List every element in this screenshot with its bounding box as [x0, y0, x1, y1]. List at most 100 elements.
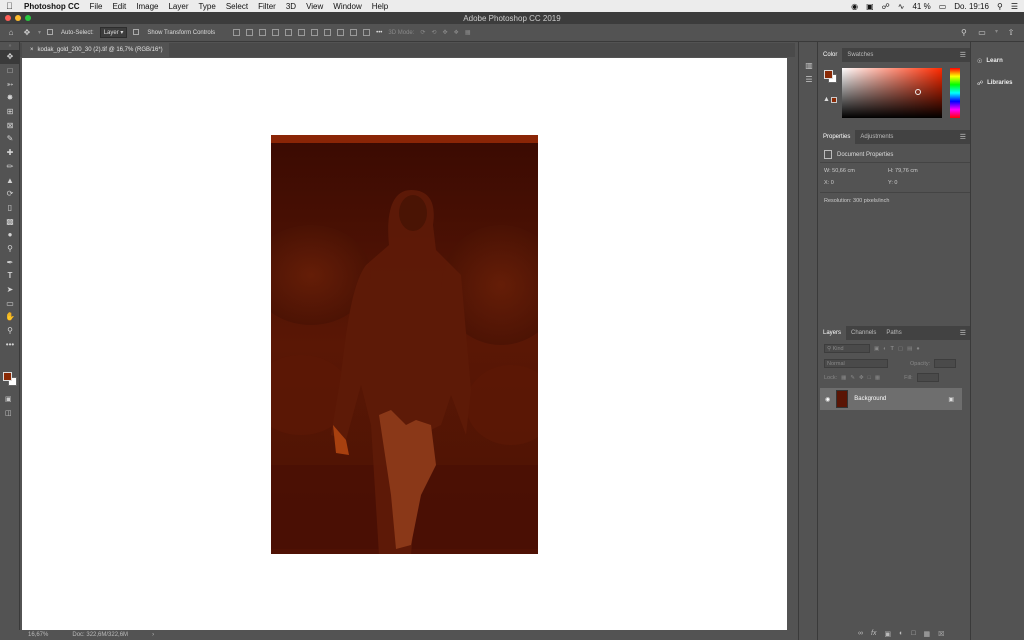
app-menu[interactable]: Photoshop CC — [24, 2, 80, 11]
pen-tool-icon[interactable]: ✒ — [0, 255, 20, 269]
tab-channels[interactable]: Channels — [846, 326, 881, 340]
menu-filter[interactable]: Filter — [258, 2, 276, 11]
spotlight-icon[interactable]: ⚲ — [997, 2, 1003, 11]
lock-all-icon[interactable]: ▦ — [875, 375, 880, 381]
type-tool-icon[interactable]: T — [0, 269, 20, 283]
layer-row-background[interactable]: ◉ Background ▣ — [820, 388, 962, 410]
toolbar-collapse-icon[interactable]: » — [0, 42, 20, 50]
gradient-tool-icon[interactable]: ▩ — [0, 214, 20, 228]
search-icon[interactable]: ⚲ — [959, 28, 969, 38]
zoom-tool-icon[interactable]: ⚲ — [0, 324, 20, 338]
tab-properties[interactable]: Properties — [818, 130, 856, 144]
adjustment-layer-icon[interactable]: ◐ — [899, 630, 903, 638]
path-select-tool-icon[interactable]: ➤ — [0, 283, 20, 297]
document-image[interactable] — [271, 135, 538, 554]
zoom-level[interactable]: 16,67% — [28, 632, 48, 638]
menu-type[interactable]: Type — [198, 2, 215, 11]
adjust-panel-icon[interactable]: ☰ — [799, 72, 819, 86]
add-mask-icon[interactable]: ▣ — [884, 630, 891, 638]
eraser-tool-icon[interactable]: ▯ — [0, 201, 20, 215]
layer-name[interactable]: Background — [854, 396, 886, 402]
crop-tool-icon[interactable]: ⊞ — [0, 105, 20, 119]
lock-artboard-icon[interactable]: □ — [868, 375, 871, 381]
menu-3d[interactable]: 3D — [286, 2, 296, 11]
distribute-bottom-icon[interactable] — [337, 29, 345, 36]
align-hcenter-icon[interactable] — [246, 29, 254, 36]
quick-select-tool-icon[interactable]: ✸ — [0, 91, 20, 105]
distribute-top-icon[interactable] — [311, 29, 319, 36]
stamp-tool-icon[interactable]: ▲ — [0, 173, 20, 187]
tab-swatches[interactable]: Swatches — [842, 48, 878, 62]
healing-tool-icon[interactable]: ✚ — [0, 146, 20, 160]
filter-pixel-icon[interactable]: ▣ — [874, 346, 879, 352]
color-panel-foreground-swatch[interactable] — [824, 70, 833, 79]
color-picker-marker[interactable] — [915, 89, 921, 95]
menu-select[interactable]: Select — [226, 2, 248, 11]
creative-cloud-icon[interactable]: ☍ — [882, 2, 890, 11]
filter-shape-icon[interactable]: ▢ — [898, 346, 903, 352]
show-transform-checkbox[interactable] — [133, 29, 141, 36]
gamut-warning-icon[interactable]: ▲ — [823, 96, 830, 103]
more-options-icon[interactable]: ••• — [376, 30, 382, 36]
share-icon[interactable]: ⇧ — [1006, 28, 1016, 38]
brush-tool-icon[interactable]: ✏ — [0, 160, 20, 174]
more-tools-icon[interactable]: ••• — [0, 337, 20, 351]
tab-adjustments[interactable]: Adjustments — [855, 130, 898, 144]
menu-image[interactable]: Image — [136, 2, 158, 11]
align-right-icon[interactable] — [259, 29, 267, 36]
move-tool-icon[interactable]: ✥ — [0, 50, 20, 64]
foreground-color-swatch[interactable] — [3, 372, 12, 381]
fill-field[interactable] — [916, 373, 939, 382]
home-icon[interactable]: ⌂ — [6, 28, 16, 38]
auto-select-checkbox[interactable] — [47, 29, 55, 36]
cc-icon[interactable]: ◉ — [851, 2, 858, 11]
tab-close-icon[interactable]: × — [30, 47, 34, 53]
filter-adjustment-icon[interactable]: ◐ — [883, 346, 886, 352]
shape-tool-icon[interactable]: ▭ — [0, 296, 20, 310]
status-menu-arrow-icon[interactable]: › — [152, 632, 154, 638]
3d-pan-icon[interactable]: ✥ — [443, 29, 448, 36]
3d-orbit-icon[interactable]: ⟳ — [420, 29, 425, 36]
workspace-chevron-icon[interactable]: ▾ — [995, 28, 998, 38]
battery-percent[interactable]: 41 % — [912, 2, 930, 11]
menu-view[interactable]: View — [306, 2, 323, 11]
fx-icon[interactable]: fx — [871, 630, 876, 638]
visibility-eye-icon[interactable]: ◉ — [825, 396, 830, 403]
clock[interactable]: Do. 19:16 — [954, 2, 989, 11]
frame-tool-icon[interactable]: ⊠ — [0, 118, 20, 132]
lock-transparent-icon[interactable]: ▦ — [841, 375, 846, 381]
menu-help[interactable]: Help — [372, 2, 388, 11]
tab-color[interactable]: Color — [818, 48, 843, 62]
workspace-icon[interactable]: ▭ — [977, 28, 987, 38]
tab-layers[interactable]: Layers — [818, 326, 847, 340]
delete-layer-icon[interactable]: ☒ — [938, 630, 944, 638]
sync-icon[interactable]: ▣ — [866, 2, 874, 11]
distribute-left-icon[interactable] — [350, 29, 358, 36]
menu-file[interactable]: File — [90, 2, 103, 11]
filter-toggle-icon[interactable]: ● — [916, 346, 919, 352]
blend-mode-select[interactable]: Normal — [824, 359, 888, 368]
lock-pixels-icon[interactable]: ✎ — [850, 375, 855, 381]
marquee-tool-icon[interactable]: □ — [0, 64, 20, 78]
blur-tool-icon[interactable]: ● — [0, 228, 20, 242]
quick-mask-icon[interactable]: ▣ — [5, 395, 12, 403]
apple-icon[interactable]:  — [6, 1, 16, 11]
panel-menu-icon[interactable]: ☰ — [960, 133, 966, 141]
3d-slide-icon[interactable]: ❖ — [454, 29, 459, 36]
panel-menu-icon[interactable]: ☰ — [960, 329, 966, 337]
opacity-field[interactable] — [934, 359, 957, 368]
distribute-hcenter-icon[interactable] — [363, 29, 371, 36]
align-bottom-icon[interactable] — [298, 29, 306, 36]
filter-smart-icon[interactable]: ▤ — [907, 346, 912, 352]
filter-type-icon[interactable]: T — [891, 346, 894, 352]
minimize-window-button[interactable] — [15, 15, 21, 21]
auto-select-dropdown[interactable]: Layer ▾ — [99, 27, 128, 38]
preset-chevron-icon[interactable]: ▾ — [38, 29, 41, 36]
menu-edit[interactable]: Edit — [112, 2, 126, 11]
screen-mode-icon[interactable]: ◫ — [5, 409, 12, 417]
hand-tool-icon[interactable]: ✋ — [0, 310, 20, 324]
color-picker-field[interactable] — [842, 68, 942, 118]
close-window-button[interactable] — [5, 15, 11, 21]
zoom-window-button[interactable] — [25, 15, 31, 21]
panel-menu-icon[interactable]: ☰ — [960, 51, 966, 59]
